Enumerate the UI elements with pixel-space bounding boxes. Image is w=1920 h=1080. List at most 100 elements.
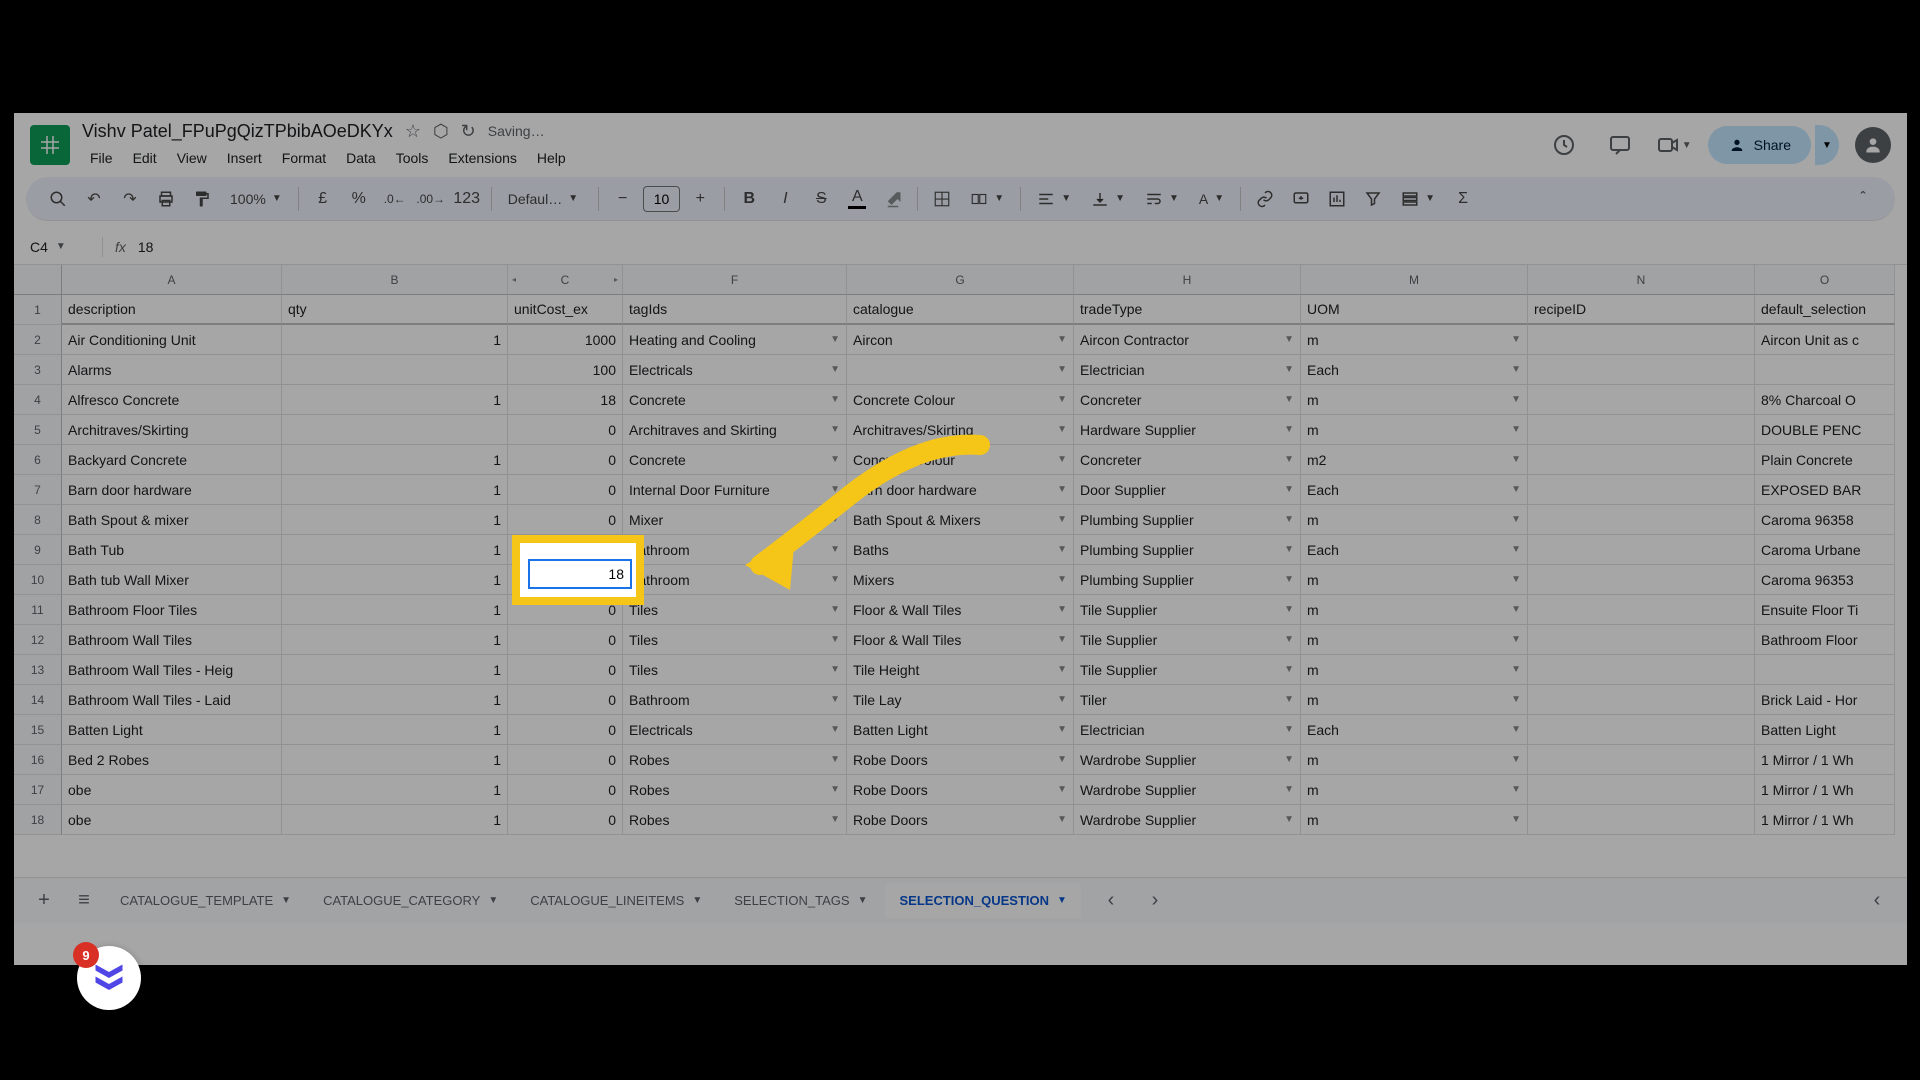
cell-dropdown-icon[interactable]: ▼ [1507,634,1521,645]
cell[interactable]: Bathroom Floor Tiles [62,595,282,625]
sheet-tab[interactable]: SELECTION_QUESTION▼ [885,883,1080,918]
cell[interactable]: Concrete Colour▼ [847,385,1074,415]
cell-dropdown-icon[interactable]: ▼ [1053,604,1067,615]
cell-dropdown-icon[interactable]: ▼ [1507,754,1521,765]
row-header-1[interactable]: 1 [14,295,62,325]
cell[interactable]: Bath tub Wall Mixer [62,565,282,595]
cell[interactable]: Brick Laid - Hor [1755,685,1895,715]
cell[interactable]: 1000 [508,325,623,355]
italic-icon[interactable]: I [769,183,801,215]
cell[interactable] [1528,325,1755,355]
menu-format[interactable]: Format [274,146,334,170]
all-sheets-button[interactable]: ≡ [66,883,102,919]
cell[interactable]: Electricals▼ [623,715,847,745]
header-cell[interactable]: UOM [1301,295,1528,325]
cell-dropdown-icon[interactable]: ▼ [826,634,840,645]
cell[interactable]: Backyard Concrete [62,445,282,475]
cell-dropdown-icon[interactable]: ▼ [826,364,840,375]
menu-help[interactable]: Help [529,146,574,170]
cell-dropdown-icon[interactable]: ▼ [1280,634,1294,645]
currency-icon[interactable]: £ [307,183,339,215]
cell[interactable]: Plumbing Supplier▼ [1074,565,1301,595]
sync-icon[interactable]: ↻ [461,121,476,142]
cell[interactable] [1755,355,1895,385]
cell[interactable] [1755,655,1895,685]
cell[interactable] [1528,505,1755,535]
cell[interactable]: Tiles▼ [623,655,847,685]
cell[interactable]: Bed 2 Robes [62,745,282,775]
avatar[interactable] [1855,127,1891,163]
link-icon[interactable] [1249,183,1281,215]
cell[interactable]: 1 [282,505,508,535]
cell-dropdown-icon[interactable]: ▼ [1280,364,1294,375]
print-icon[interactable] [150,183,182,215]
increase-decimal-icon[interactable]: .00→ [415,183,447,215]
cell[interactable]: Door Supplier▼ [1074,475,1301,505]
search-menu-icon[interactable] [42,183,74,215]
editing-cell-value[interactable]: 18 [608,566,624,582]
cell[interactable]: EXPOSED BAR [1755,475,1895,505]
move-icon[interactable]: ⬡ [433,121,449,142]
cell[interactable]: Robe Doors▼ [847,745,1074,775]
cell[interactable]: 1 [282,715,508,745]
cell[interactable] [1528,805,1755,835]
cell-dropdown-icon[interactable]: ▼ [1507,454,1521,465]
cell[interactable]: Hardware Supplier▼ [1074,415,1301,445]
meet-icon[interactable]: ▼ [1656,125,1692,165]
cell-dropdown-icon[interactable]: ▼ [1053,394,1067,405]
menu-edit[interactable]: Edit [125,146,165,170]
cell[interactable]: Tile Supplier▼ [1074,625,1301,655]
cell[interactable]: m▼ [1301,505,1528,535]
cell[interactable]: Robes▼ [623,805,847,835]
cell-dropdown-icon[interactable]: ▼ [1280,724,1294,735]
cell-dropdown-icon[interactable]: ▼ [1053,694,1067,705]
cell-dropdown-icon[interactable]: ▼ [1280,544,1294,555]
cell[interactable]: m▼ [1301,325,1528,355]
cell[interactable]: DOUBLE PENC [1755,415,1895,445]
cell[interactable]: 1 [282,565,508,595]
cell[interactable] [1528,745,1755,775]
cell-dropdown-icon[interactable]: ▼ [1280,574,1294,585]
cell[interactable]: Concreter▼ [1074,445,1301,475]
cell[interactable]: Alfresco Concrete [62,385,282,415]
cell[interactable]: ▼ [847,355,1074,385]
cell[interactable] [1528,385,1755,415]
cell-dropdown-icon[interactable]: ▼ [1053,814,1067,825]
cell-dropdown-icon[interactable]: ▼ [1507,784,1521,795]
share-button[interactable]: Share [1708,126,1811,164]
chart-icon[interactable] [1321,183,1353,215]
font-size-input[interactable]: 10 [643,186,681,212]
row-header-4[interactable]: 4 [14,385,62,415]
cell[interactable] [1528,625,1755,655]
menu-file[interactable]: File [82,146,121,170]
cell[interactable]: 0 [508,715,623,745]
chevron-down-icon[interactable]: ▼ [1057,895,1067,906]
cell[interactable]: 0 [508,445,623,475]
cell[interactable]: 0 [508,505,623,535]
header-cell[interactable]: recipeID [1528,295,1755,325]
cell[interactable]: Electricals▼ [623,355,847,385]
cell[interactable]: 1 Mirror / 1 Wh [1755,745,1895,775]
cell-dropdown-icon[interactable]: ▼ [1053,424,1067,435]
row-header-18[interactable]: 18 [14,805,62,835]
cell[interactable]: 1 [282,325,508,355]
cell-dropdown-icon[interactable]: ▼ [1053,724,1067,735]
tab-nav-prev-icon[interactable]: ‹ [1093,883,1129,919]
comments-icon[interactable] [1600,125,1640,165]
cell[interactable]: 1 [282,535,508,565]
col-header-H[interactable]: H [1074,265,1301,295]
cell[interactable]: m▼ [1301,805,1528,835]
row-header-14[interactable]: 14 [14,685,62,715]
row-header-17[interactable]: 17 [14,775,62,805]
row-header-8[interactable]: 8 [14,505,62,535]
col-header-M[interactable]: M [1301,265,1528,295]
cell-dropdown-icon[interactable]: ▼ [1507,364,1521,375]
font-increase-icon[interactable]: + [684,183,716,215]
cell-dropdown-icon[interactable]: ▼ [1280,814,1294,825]
cell[interactable] [282,355,508,385]
valign-dropdown[interactable]: ▼ [1083,186,1133,212]
cell[interactable]: m▼ [1301,595,1528,625]
cell[interactable]: Robe Doors▼ [847,805,1074,835]
cell[interactable]: Robes▼ [623,745,847,775]
cell[interactable]: Tiles▼ [623,625,847,655]
